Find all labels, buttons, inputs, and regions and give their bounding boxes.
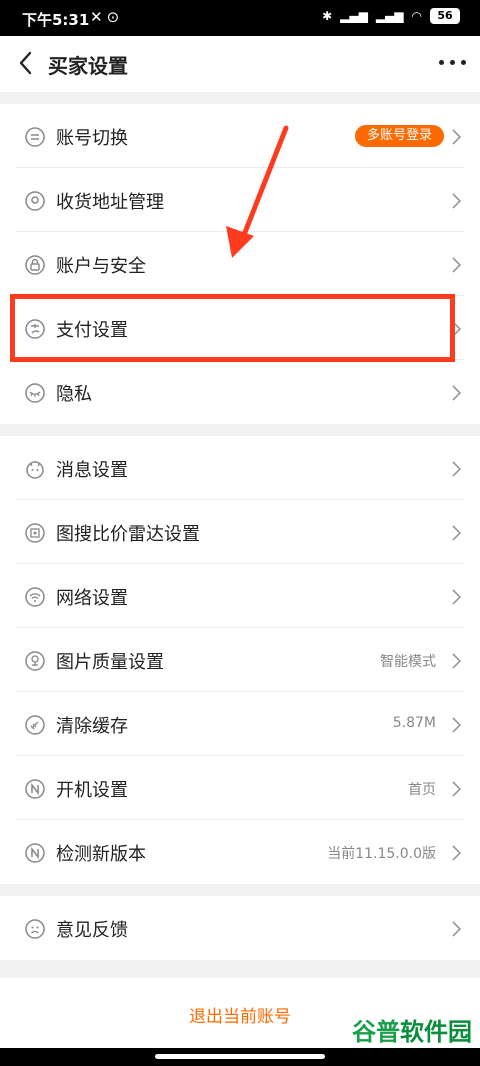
- image-quality-icon: [25, 651, 45, 671]
- row-value: 当前11.15.0.0版: [327, 846, 436, 862]
- chevron-right-icon: [452, 589, 462, 605]
- chevron-right-icon: [452, 781, 462, 797]
- row-label: 图片质量设置: [56, 652, 164, 673]
- row-label: 意见反馈: [56, 920, 128, 941]
- row-network-settings[interactable]: 网络设置: [0, 564, 480, 628]
- lock-icon: [25, 255, 45, 275]
- multi-account-badge: 多账号登录: [354, 125, 444, 147]
- row-image-search-radar[interactable]: 图搜比价雷达设置: [0, 500, 480, 564]
- settings-group-general: 消息设置 图搜比价雷达设置 网络设置 图片质量设置 智能模式 清除缓存 5.87…: [0, 436, 480, 884]
- chevron-right-icon: [452, 525, 462, 541]
- message-icon: [26, 461, 44, 479]
- chevron-right-icon: [452, 717, 462, 733]
- nav-bar: 买家设置: [0, 36, 480, 92]
- chevron-right-icon: [452, 385, 462, 401]
- back-arrow-icon[interactable]: [14, 48, 40, 78]
- home-indicator[interactable]: [155, 1054, 325, 1059]
- row-label: 消息设置: [56, 460, 128, 481]
- row-message-settings[interactable]: 消息设置: [0, 436, 480, 500]
- row-label: 图搜比价雷达设置: [56, 524, 200, 545]
- chevron-right-icon: [452, 129, 462, 145]
- image-search-icon: [25, 523, 45, 543]
- more-options-icon[interactable]: [439, 60, 466, 65]
- chevron-right-icon: [452, 653, 462, 669]
- row-value: 5.87M: [392, 715, 436, 731]
- startup-icon: [25, 779, 45, 799]
- row-payment-settings[interactable]: 支付设置: [0, 296, 480, 360]
- watermark-part2: 软件园: [400, 1018, 472, 1046]
- feedback-icon: [25, 919, 45, 939]
- page-title: 买家设置: [48, 54, 128, 78]
- notification-icons: ✕⊙: [90, 8, 124, 26]
- location-icon: [25, 191, 45, 211]
- bluetooth-icon: ✱: [322, 9, 333, 23]
- row-image-quality[interactable]: 图片质量设置 智能模式: [0, 628, 480, 692]
- row-label: 开机设置: [56, 780, 128, 801]
- row-value: 智能模式: [380, 654, 436, 670]
- row-startup-settings[interactable]: 开机设置 首页: [0, 756, 480, 820]
- row-label: 收货地址管理: [56, 192, 164, 213]
- status-time: 下午5:31: [22, 11, 90, 29]
- eye-closed-icon: [25, 383, 45, 403]
- battery-icon: 56: [430, 8, 460, 24]
- row-address-management[interactable]: 收货地址管理: [0, 168, 480, 232]
- home-indicator-bar: [0, 1048, 480, 1066]
- row-account-switch[interactable]: 账号切换 多账号登录: [0, 104, 480, 168]
- signal-icon-2: ▂▄▆: [375, 9, 404, 23]
- chevron-right-icon: [452, 193, 462, 209]
- row-label: 账户与安全: [56, 256, 146, 277]
- wifi-status-icon: ◠: [411, 9, 422, 23]
- row-check-version[interactable]: 检测新版本 当前11.15.0.0版: [0, 820, 480, 884]
- row-value: 首页: [408, 782, 436, 798]
- row-label: 网络设置: [56, 588, 128, 609]
- switch-account-icon: [25, 127, 45, 147]
- chevron-right-icon: [452, 321, 462, 337]
- chevron-right-icon: [452, 461, 462, 477]
- payment-icon: [25, 319, 45, 339]
- chevron-right-icon: [452, 845, 462, 861]
- chevron-right-icon: [452, 257, 462, 273]
- watermark-logo: 谷普软件园: [352, 1012, 472, 1047]
- watermark-part1: 谷普: [352, 1018, 400, 1046]
- row-account-security[interactable]: 账户与安全: [0, 232, 480, 296]
- status-right: ✱ ▂▄▆ ▂▄▆ ◠ 56: [322, 8, 460, 24]
- settings-group-account: 账号切换 多账号登录 收货地址管理 账户与安全 支付设置 隐私: [0, 104, 480, 424]
- row-label: 支付设置: [56, 320, 128, 341]
- row-label: 隐私: [56, 384, 92, 405]
- status-bar: 下午5:31 ✕⊙ ✱ ▂▄▆ ▂▄▆ ◠ 56: [0, 0, 480, 36]
- row-label: 账号切换: [56, 128, 128, 149]
- row-feedback[interactable]: 意见反馈: [0, 896, 480, 960]
- row-label: 清除缓存: [56, 716, 128, 737]
- signal-icon: ▂▄▆: [340, 9, 368, 23]
- broom-icon: [25, 715, 45, 735]
- version-icon: [25, 843, 45, 863]
- settings-group-feedback: 意见反馈: [0, 896, 480, 960]
- row-privacy[interactable]: 隐私: [0, 360, 480, 424]
- row-clear-cache[interactable]: 清除缓存 5.87M: [0, 692, 480, 756]
- row-label: 检测新版本: [56, 844, 146, 865]
- chevron-right-icon: [452, 921, 462, 937]
- wifi-icon: [25, 587, 45, 607]
